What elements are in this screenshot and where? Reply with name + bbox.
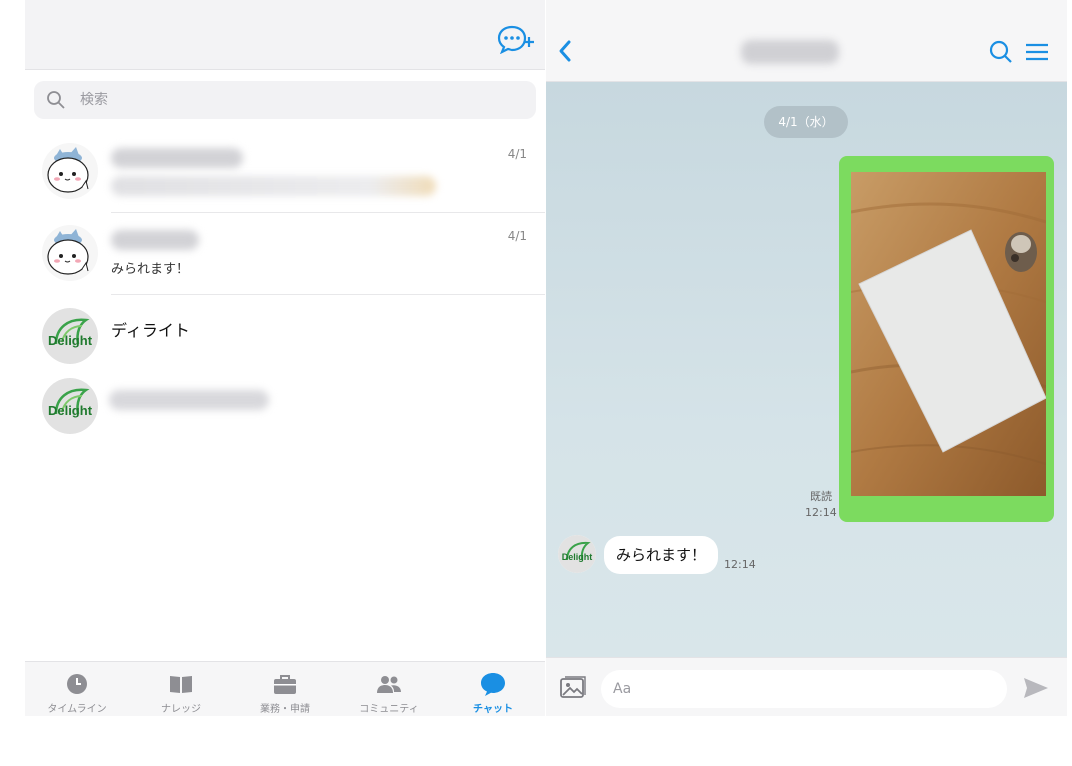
svg-text:Delight: Delight (48, 403, 93, 418)
delight-logo[interactable]: Delight (558, 535, 596, 573)
contact-name: ディライト (111, 321, 190, 340)
tab-knowledge[interactable]: ナレッジ (129, 662, 233, 716)
svg-text:Delight: Delight (562, 552, 593, 562)
tab-community[interactable]: コミュニティ (337, 662, 441, 716)
search-box[interactable] (34, 81, 536, 119)
delight-logo: Delight (42, 378, 98, 434)
chat-list-header (25, 0, 545, 70)
message-list[interactable]: 4/1（水） 既読 12:14 Delight みられます！ 12:14 (546, 82, 1067, 657)
read-receipt: 既読 (810, 490, 832, 503)
message-preview: みられます！ (111, 262, 190, 277)
blurred-message-preview (111, 176, 436, 196)
svg-text:Delight: Delight (48, 333, 93, 348)
people-icon (377, 676, 401, 693)
book-icon (170, 676, 192, 693)
chat-list-item[interactable]: みられます！ 4/1 (25, 213, 545, 295)
message-input[interactable] (601, 670, 1007, 708)
chat-date: 4/1 (507, 229, 527, 243)
tab-business[interactable]: 業務・申請 (233, 662, 337, 716)
search-icon (47, 91, 65, 109)
tab-timeline[interactable]: タイムライン (25, 662, 129, 716)
new-chat-icon[interactable] (497, 24, 535, 54)
send-icon[interactable] (1022, 676, 1050, 700)
search-icon[interactable] (989, 40, 1013, 64)
chat-date: 4/1 (507, 147, 527, 161)
photo-thumbnail (851, 172, 1046, 496)
back-chevron-icon[interactable] (556, 38, 574, 64)
chat-list-item[interactable]: 4/1 (25, 131, 545, 213)
chat-icon (481, 673, 505, 696)
blurred-contact-name (111, 230, 199, 250)
chat-list-item[interactable]: Delight (25, 366, 545, 448)
sent-time: 12:14 (805, 506, 837, 519)
chat-header (546, 0, 1067, 82)
received-time: 12:14 (724, 558, 756, 571)
chat-list-pane: 4/1 みられます！ 4/1 (25, 0, 545, 716)
briefcase-icon (274, 675, 296, 694)
bottom-tab-bar: タイムライン ナレッジ 業務・申請 コミュニティ チャット (25, 661, 545, 716)
blurred-chat-title (741, 40, 839, 64)
cat-avatar (42, 225, 98, 281)
received-message-bubble[interactable]: みられます！ (604, 536, 719, 574)
search-input[interactable] (78, 81, 518, 119)
tab-chat[interactable]: チャット (441, 662, 545, 716)
delight-logo: Delight (42, 308, 98, 364)
chat-conversation-pane: 4/1（水） 既読 12:14 Delight みられます！ 12:14 Aa (546, 0, 1067, 716)
cat-avatar (42, 143, 98, 199)
date-separator: 4/1（水） (764, 106, 848, 138)
blurred-contact-name (109, 390, 269, 410)
hamburger-menu-icon[interactable] (1024, 42, 1050, 62)
blurred-contact-name (111, 148, 243, 168)
sent-photo-message[interactable] (839, 156, 1054, 522)
clock-icon (67, 674, 87, 694)
image-icon[interactable] (560, 676, 586, 700)
message-composer (546, 657, 1067, 716)
